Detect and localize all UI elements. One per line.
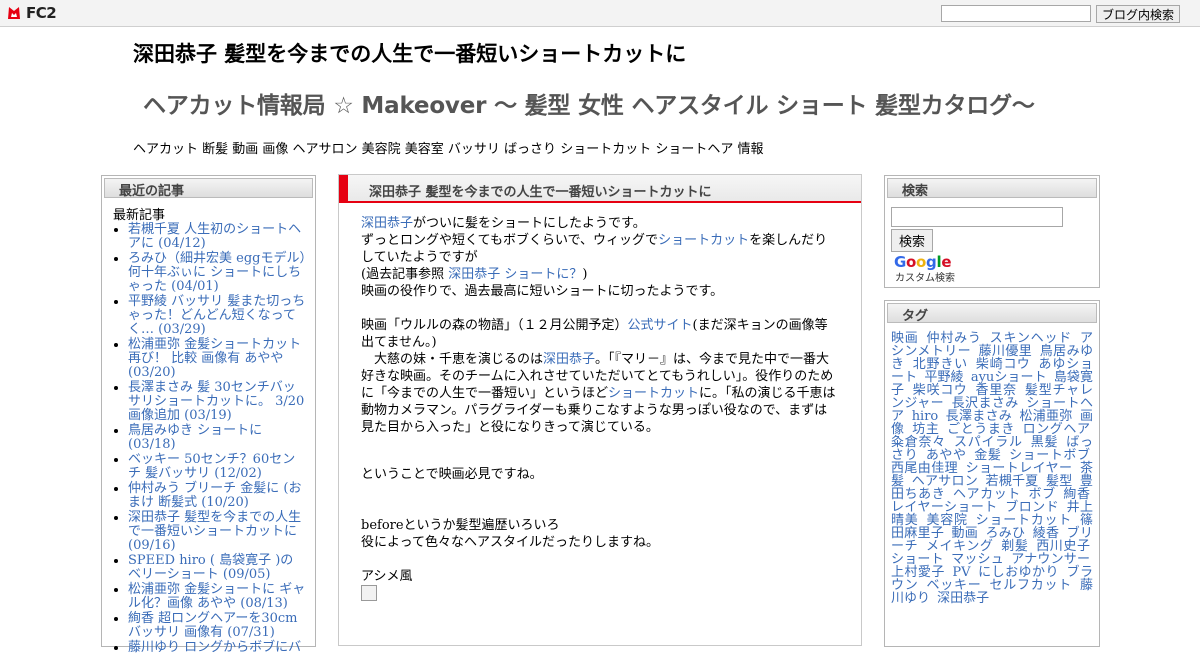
post-text: ) — [582, 267, 588, 282]
page-title[interactable]: 深田恭子 髪型を今までの人生で一番短いショートカットに — [133, 38, 686, 68]
post-paragraph: 映画「ウルルの森の物語」（１２月公開予定）公式サイト(まだ深キョンの画像等出てま… — [361, 317, 839, 351]
fc2-logo-text: FC2 — [26, 4, 57, 22]
fc2-fox-icon — [8, 7, 20, 19]
recent-post-item: ろみひ（細井宏美 eggモデル）何十年ぶぃに ショートにしちゃった (04/01… — [128, 252, 307, 294]
recent-posts-list: 若槻千夏 人生初のショートヘアに (04/12)ろみひ（細井宏美 eggモデル）… — [102, 223, 315, 655]
search-heading: 検索 — [887, 178, 1097, 199]
recent-post-item: 松浦亜弥 金髪ショートに ギャル化？画像 あやや (08/13) — [128, 583, 307, 611]
recent-post-item: 藤川ゆり ロングからボブにバ — [128, 641, 307, 655]
post-text: beforeというか髪型遍歴いろいろ — [361, 518, 560, 533]
blog-search-button[interactable]: ブログ内検索 — [1096, 5, 1180, 23]
post-text: 映画の役作りで、過去最高に短いショートに切ったようです。 — [361, 284, 724, 299]
post-paragraph: ということで映画必見ですね。 — [361, 467, 543, 482]
recent-post-item: 長澤まさみ 髪 30センチバッサリショートカットに。 3/20画像追加 (03/… — [128, 381, 307, 423]
search-panel: 検索 検索 Google カスタム検索 — [884, 175, 1100, 288]
post-link[interactable]: ショートカット — [658, 233, 749, 248]
blog-description: ヘアカット 断髪 動画 画像 ヘアサロン 美容院 美容室 バッサリ ばっさり シ… — [133, 142, 764, 157]
recent-post-item: 若槻千夏 人生初のショートヘアに (04/12) — [128, 223, 307, 251]
recent-post-link[interactable]: 仲村みう ブリーチ 金髪に (おまけ 断髪式 (10/20) — [128, 481, 301, 510]
post-text: 映画「ウルルの森の物語」（１２月公開予定） — [361, 318, 628, 333]
tags-panel: タグ 映画 仲村みう スキンヘッド アシンメトリー 藤川優里 鳥居みゆき 北野き… — [884, 300, 1100, 647]
post-link[interactable]: 深田恭子 — [361, 216, 413, 231]
recent-post-item: 平野綾 バッサリ 髪また切っちゃった！どんどん短くなってく… (03/29) — [128, 295, 307, 337]
recent-post-link[interactable]: 絢香 超ロングヘアーを30cmバッサリ 画像有 (07/31) — [128, 611, 298, 640]
recent-posts-panel: 最近の記事 最新記事 若槻千夏 人生初のショートヘアに (04/12)ろみひ（細… — [101, 175, 316, 655]
recent-post-link[interactable]: 若槻千夏 人生初のショートヘアに (04/12) — [128, 222, 301, 251]
post-text: 役によって色々なヘアスタイルだったりしますね。 — [361, 535, 659, 550]
recent-post-link[interactable]: ベッキー 50センチ？60センチ 髪バッサリ (12/02) — [128, 452, 295, 481]
recent-post-item: ベッキー 50センチ？60センチ 髪バッサリ (12/02) — [128, 453, 307, 481]
broken-image-icon[interactable] — [361, 585, 377, 601]
recent-posts-heading: 最近の記事 — [104, 178, 313, 199]
recent-posts-subheading: 最新記事 — [113, 208, 166, 223]
recent-post-item: 松浦亜弥 金髪ショートカット 再び！ 比較 画像有 あやや (03/20) — [128, 338, 307, 380]
recent-post-link[interactable]: SPEED hiro ( 島袋寛子 )の ベリーショート (09/05) — [128, 553, 293, 582]
post-text: (過去記事参照 — [361, 267, 449, 282]
post-paragraph: beforeというか髪型遍歴いろいろ 役によって色々なヘアスタイルだったりします… — [361, 517, 839, 551]
recent-post-link[interactable]: 深田恭子 髪型を今までの人生で一番短いショートカットに (09/16) — [128, 510, 301, 553]
blog-name[interactable]: ヘアカット情報局 ☆ Makeover ～ 髪型 女性 ヘアスタイル ショート … — [143, 86, 1035, 120]
recent-post-link[interactable]: 松浦亜弥 金髪ショートカット 再び！ 比較 画像有 あやや (03/20) — [128, 337, 301, 380]
custom-search-label: カスタム検索 — [895, 273, 955, 284]
fc2-toolbar: FC2 ブログ内検索 — [0, 0, 1200, 27]
official-site-link[interactable]: 公式サイト — [628, 318, 693, 333]
tag-link[interactable]: セルフカット — [989, 578, 1072, 593]
recent-post-item: 深田恭子 髪型を今までの人生で一番短いショートカットに (09/16) — [128, 511, 307, 553]
recent-post-link[interactable]: 長澤まさみ 髪 30センチバッサリショートカットに。 3/20画像追加 (03/… — [128, 380, 304, 423]
post-title[interactable]: 深田恭子 髪型を今までの人生で一番短いショートカットに — [339, 175, 861, 203]
tags-heading: タグ — [887, 303, 1097, 324]
post-text: 大慈の妹・千恵を演じるのは — [361, 352, 544, 367]
recent-post-item: 絢香 超ロングヘアーを30cmバッサリ 画像有 (07/31) — [128, 612, 307, 640]
post-blockquote: 大慈の妹・千恵を演じるのは深田恭子。「『マリ－』は、今まで見た中で一番大好きな映… — [361, 351, 839, 436]
post-link[interactable]: ショートカット — [608, 386, 699, 401]
post-body: 深田恭子がついに髪をショートにしたようです。 ずっとロングや短くてもボブくらいで… — [339, 203, 861, 606]
search-input[interactable] — [891, 207, 1063, 227]
post-link[interactable]: 深田恭子 ショートに？ — [448, 267, 582, 282]
tag-link[interactable]: 深田恭子 — [937, 591, 989, 606]
recent-post-link[interactable]: ろみひ（細井宏美 eggモデル）何十年ぶぃに ショートにしちゃった (04/01… — [128, 251, 306, 294]
fc2-logo[interactable]: FC2 — [6, 3, 57, 23]
recent-post-link[interactable]: 平野綾 バッサリ 髪また切っちゃった！どんどん短くなってく… (03/29) — [128, 294, 305, 337]
blog-search-input[interactable] — [941, 5, 1091, 22]
search-button[interactable]: 検索 — [891, 229, 933, 252]
recent-post-item: 仲村みう ブリーチ 金髪に (おまけ 断髪式 (10/20) — [128, 482, 307, 510]
recent-post-link[interactable]: 松浦亜弥 金髪ショートに ギャル化？画像 あやや (08/13) — [128, 582, 305, 611]
post-article: 深田恭子 髪型を今までの人生で一番短いショートカットに 深田恭子がついに髪をショ… — [338, 174, 862, 646]
post-text: がついに髪をショートにしたようです。 — [413, 216, 646, 231]
post-paragraph: アシメ風 — [361, 569, 413, 584]
post-link[interactable]: 深田恭子 — [543, 352, 595, 367]
recent-post-item: SPEED hiro ( 島袋寛子 )の ベリーショート (09/05) — [128, 554, 307, 582]
recent-post-item: 鳥居みゆき ショートに (03/18) — [128, 424, 307, 452]
post-paragraph: 深田恭子がついに髪をショートにしたようです。 ずっとロングや短くてもボブくらいで… — [361, 215, 839, 300]
tag-cloud: 映画 仲村みう スキンヘッド アシンメトリー 藤川優里 鳥居みゆき 北野きい 柴… — [885, 325, 1099, 605]
recent-post-link[interactable]: 藤川ゆり ロングからボブにバ — [128, 640, 301, 655]
post-text: ずっとロングや短くてもボブくらいで、ウィッグで — [361, 233, 659, 248]
recent-post-link[interactable]: 鳥居みゆき ショートに (03/18) — [128, 423, 262, 452]
